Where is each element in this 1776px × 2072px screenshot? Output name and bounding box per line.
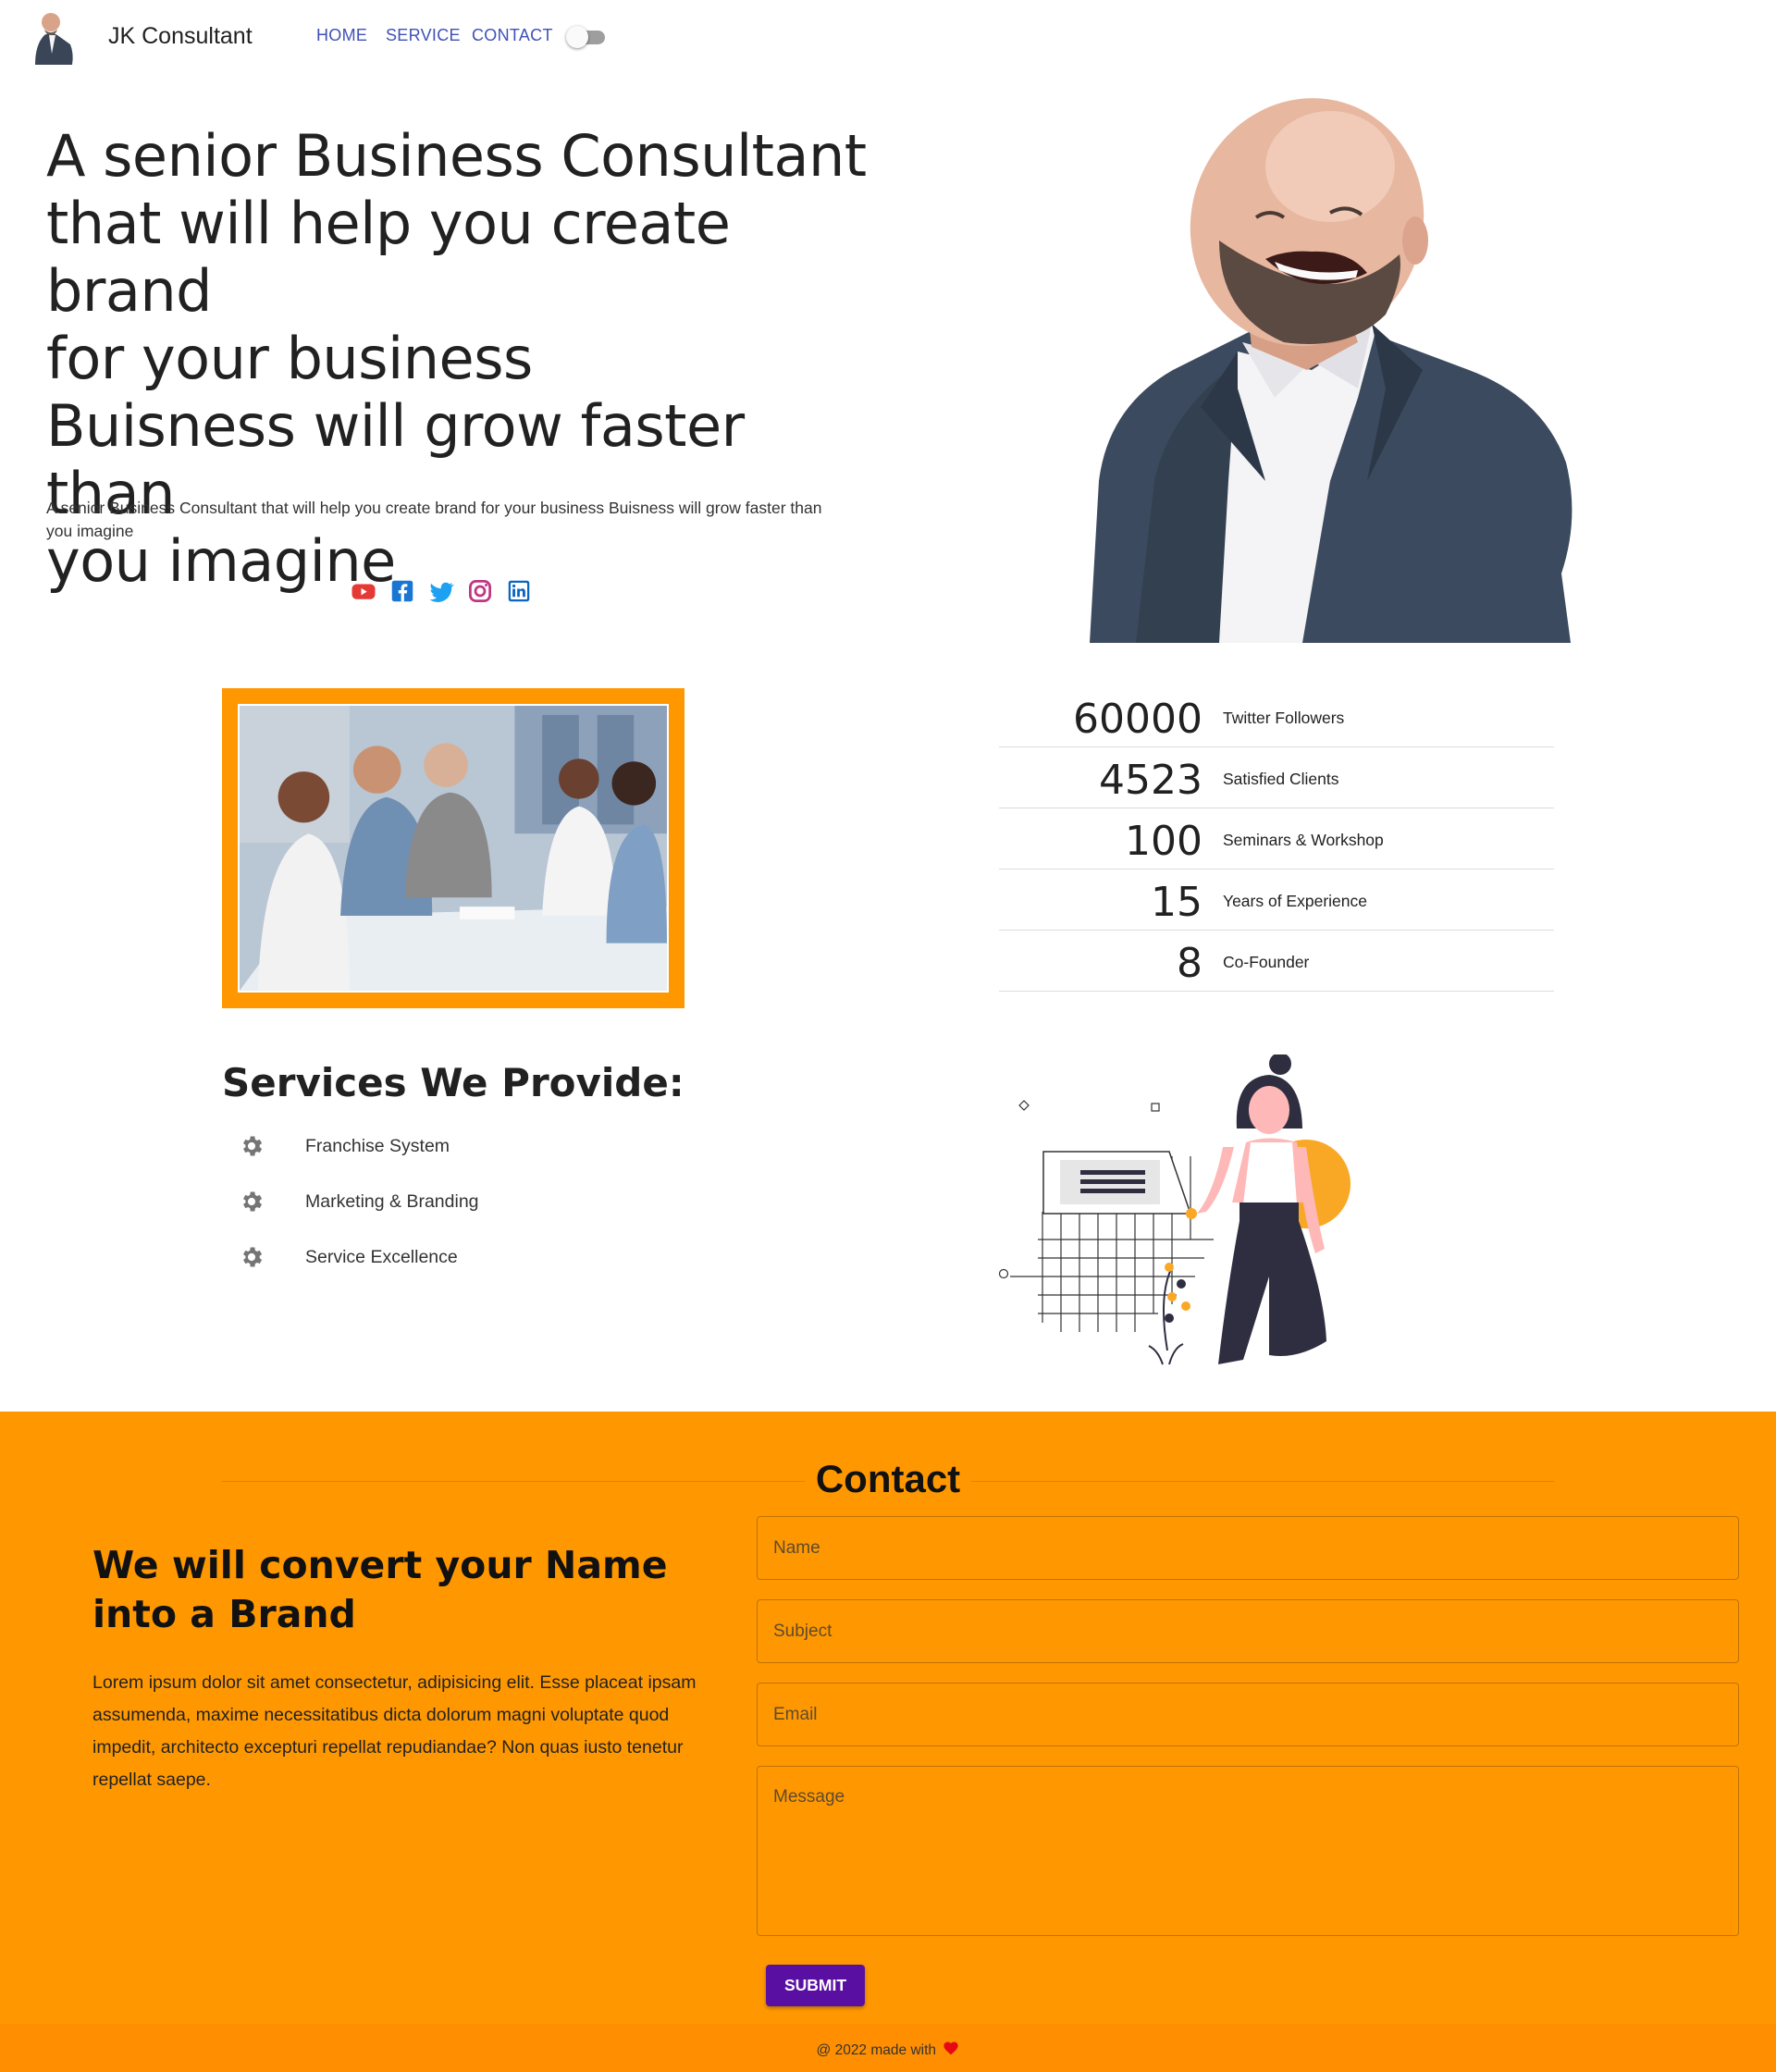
subject-field[interactable] xyxy=(757,1599,1739,1663)
services-title: Services We Provide: xyxy=(222,1060,684,1105)
stat-row: 8 Co-Founder xyxy=(999,931,1554,992)
gear-icon xyxy=(243,1136,263,1156)
twitter-icon[interactable] xyxy=(427,577,455,605)
stat-number: 60000 xyxy=(1073,696,1202,743)
avatar[interactable] xyxy=(28,7,81,65)
stat-row: 60000 Twitter Followers xyxy=(999,686,1554,747)
hero-headline-line: for your business xyxy=(46,325,533,392)
stat-row: 4523 Satisfied Clients xyxy=(999,747,1554,808)
presentation-illustration xyxy=(998,1054,1350,1365)
theme-toggle[interactable] xyxy=(566,25,609,49)
stat-number: 15 xyxy=(1151,879,1202,926)
hero-headline-line: A senior Business Consultant xyxy=(46,122,867,190)
consultant-portrait xyxy=(1090,98,1572,643)
stat-label: Co-Founder xyxy=(1223,953,1310,971)
heart-icon xyxy=(944,2041,959,2055)
stat-label: Seminars & Workshop xyxy=(1223,831,1384,849)
contact-title: Contact xyxy=(815,1457,961,1500)
footer-text: @ 2022 made with xyxy=(816,2042,937,2058)
meeting-photo-frame xyxy=(222,688,684,1008)
nav-contact-link[interactable]: CONTACT xyxy=(472,26,553,45)
contact-section: Contact We will convert your Name into a… xyxy=(0,1412,1776,2024)
linkedin-icon[interactable] xyxy=(505,577,533,605)
service-label: Marketing & Branding xyxy=(305,1191,479,1212)
stats-list: 60000 Twitter Followers 4523 Satisfied C… xyxy=(999,686,1554,992)
name-field[interactable] xyxy=(757,1516,1739,1580)
stat-number: 100 xyxy=(1125,818,1202,865)
footer: @ 2022 made with xyxy=(0,2024,1776,2072)
stat-row: 100 Seminars & Workshop xyxy=(999,808,1554,870)
message-field[interactable] xyxy=(757,1766,1739,1936)
meeting-photo xyxy=(238,704,669,993)
hero-subtitle: A senior Business Consultant that will h… xyxy=(46,499,822,540)
top-navbar: JK Consultant HOME SERVICE CONTACT xyxy=(0,0,1776,72)
instagram-icon[interactable] xyxy=(466,577,494,605)
stat-number: 4523 xyxy=(1099,757,1202,804)
hero-headline-line: that will help you create brand xyxy=(46,190,731,325)
stat-label: Satisfied Clients xyxy=(1223,770,1339,788)
brand-name[interactable]: JK Consultant xyxy=(108,23,253,50)
stat-label: Years of Experience xyxy=(1223,892,1367,910)
facebook-icon[interactable] xyxy=(388,577,416,605)
email-field[interactable] xyxy=(757,1683,1739,1746)
gear-icon xyxy=(243,1191,263,1212)
stat-label: Twitter Followers xyxy=(1223,709,1345,727)
nav-home-link[interactable]: HOME xyxy=(316,26,367,45)
nav-service-link[interactable]: SERVICE xyxy=(386,26,461,45)
stat-number: 8 xyxy=(1177,940,1202,987)
gear-icon xyxy=(243,1247,263,1267)
service-label: Franchise System xyxy=(305,1136,450,1156)
stat-row: 15 Years of Experience xyxy=(999,870,1554,931)
service-label: Service Excellence xyxy=(305,1247,458,1267)
youtube-icon[interactable] xyxy=(350,577,377,605)
submit-button[interactable]: SUBMIT xyxy=(766,1965,865,2006)
toggle-knob xyxy=(566,26,588,48)
contact-heading: We will convert your Name into a Brand xyxy=(92,1543,668,1636)
contact-body: Lorem ipsum dolor sit amet consectetur, … xyxy=(92,1672,697,1790)
